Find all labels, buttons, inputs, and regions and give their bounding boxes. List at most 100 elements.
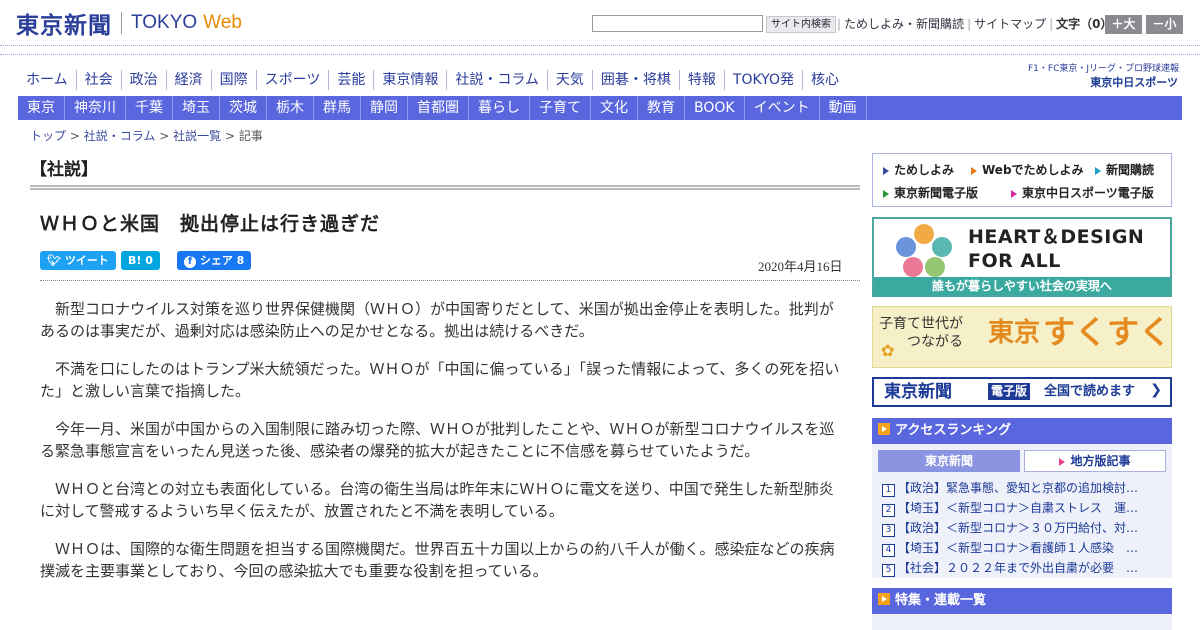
region-chiba[interactable]: 千葉 <box>126 96 173 120</box>
breadcrumb-editorial-column[interactable]: 社説・コラム <box>84 129 156 143</box>
section-rule <box>30 185 860 190</box>
list-item[interactable]: 4 【埼玉】＜新型コロナ＞看護師１人感染 … <box>882 538 1164 558</box>
twitter-bird-icon: 🐦︎ <box>47 254 61 267</box>
ranking-tabs: 東京新聞 地方版記事 <box>878 450 1166 472</box>
chunichi-sports-link[interactable]: F1・FC東京・Jリーグ・プロ野球速報 東京中日スポーツ <box>1028 64 1180 92</box>
region-nav: 東京 神奈川 千葉 埼玉 茨城 栃木 群馬 静岡 首都圏 暮らし 子育て 文化 … <box>18 96 1182 120</box>
ranking-list: 1 【政治】緊急事態、愛知と京都の追加検討… 2 【埼玉】＜新型コロナ＞自粛ストレス… <box>882 478 1164 578</box>
breadcrumb-editorial-list[interactable]: 社説一覧 <box>173 129 221 143</box>
tweet-button[interactable]: 🐦︎ ツイート <box>40 251 116 270</box>
region-tokyo[interactable]: 東京 <box>18 96 65 120</box>
nav-item-politics[interactable]: 政治 <box>120 70 166 90</box>
nav-item-editorial-column[interactable]: 社説・コラム <box>446 70 547 90</box>
nav-item-tokyo-hatsu[interactable]: TOKYO発 <box>723 70 802 90</box>
nav-item-society[interactable]: 社会 <box>75 70 121 90</box>
link-chunichi-digital[interactable]: 東京中日スポーツ電子版 <box>1011 184 1154 201</box>
arrow-right-icon <box>883 166 889 175</box>
region-book[interactable]: BOOK <box>685 96 745 120</box>
header-link-trial-subscribe[interactable]: ためしよみ・新聞購読 <box>844 17 964 31</box>
play-icon <box>878 593 890 605</box>
nav-item-sports[interactable]: スポーツ <box>255 70 329 90</box>
article-paragraph: 新型コロナウイルス対策を巡り世界保健機関（ＷＨＯ）が中国寄りだとして、米国が拠出… <box>40 300 834 340</box>
digital-badge: 電子版 <box>988 383 1031 400</box>
header-links: | ためしよみ・新聞購読 | サイトマップ | 文字（0） <box>837 17 1113 31</box>
digital-edition-banner[interactable]: 東京新聞 電子版 全国で読めます ❯ <box>872 377 1172 407</box>
list-item[interactable]: 3 【政治】＜新型コロナ＞３０万円給付、対… <box>882 518 1164 538</box>
ranking-header: アクセスランキング <box>872 418 1172 444</box>
nav-item-weather[interactable]: 天気 <box>546 70 592 90</box>
nav-item-tokuho[interactable]: 特報 <box>678 70 724 90</box>
article-paragraph: ＷＨＯは、国際的な衛生問題を担当する国際機関だ。世界百五十カ国以上からの約八千人… <box>40 540 835 580</box>
region-event[interactable]: イベント <box>745 96 820 120</box>
sukusuku-banner[interactable]: 子育て世代が つながる ✿ 東京 すくすく <box>872 306 1172 368</box>
section-heading: 【社説】 <box>30 160 98 180</box>
list-item[interactable]: 1 【政治】緊急事態、愛知と京都の追加検討… <box>882 478 1164 498</box>
digital-text: 全国で読めます <box>1044 384 1136 399</box>
nav-item-economy[interactable]: 経済 <box>165 70 211 90</box>
font-larger-button[interactable]: ＋大 <box>1105 15 1142 34</box>
access-ranking: アクセスランキング 東京新聞 地方版記事 1 【政治】緊急事態、愛知と京都の追加検… <box>872 418 1172 578</box>
link-digital-edition[interactable]: 東京新聞電子版 <box>883 184 978 201</box>
nav-item-international[interactable]: 国際 <box>210 70 256 90</box>
chunichi-logo: 東京中日スポーツ <box>1090 76 1178 89</box>
site-logo[interactable]: 東京新聞 TOKYO Web <box>16 8 242 39</box>
hatena-bookmark-button[interactable]: B! 0 <box>121 251 160 270</box>
sukusuku-tokyo: 東京 <box>988 318 1041 348</box>
logo-divider <box>121 12 122 34</box>
region-kosodate[interactable]: 子育て <box>530 96 591 120</box>
heart-design-footer: 誰もが暮らしやすい社会の実現へ <box>874 277 1170 295</box>
nav-item-home[interactable]: ホーム <box>18 70 76 90</box>
link-subscribe[interactable]: 新聞購読 <box>1095 161 1154 178</box>
site-search-button[interactable]: サイト内検索 <box>766 16 836 33</box>
region-shizuoka[interactable]: 静岡 <box>361 96 408 120</box>
heart-design-banner[interactable]: HEART＆DESIGN FOR ALL 誰もが暮らしやすい社会の実現へ <box>872 217 1172 297</box>
logo-web: Web <box>203 12 242 33</box>
tab-tokyo-shimbun[interactable]: 東京新聞 <box>878 450 1020 472</box>
header-link-sitemap[interactable]: サイトマップ <box>974 17 1046 31</box>
list-item[interactable]: 5 【社会】２０２２年まで外出自粛が必要 … <box>882 558 1164 578</box>
region-video[interactable]: 動画 <box>820 96 867 120</box>
chunichi-tagline: F1・FC東京・Jリーグ・プロ野球速報 <box>1028 64 1180 74</box>
article-divider <box>40 280 860 281</box>
region-saitama[interactable]: 埼玉 <box>173 96 220 120</box>
play-icon <box>878 423 890 435</box>
font-smaller-button[interactable]: －小 <box>1146 15 1183 34</box>
region-bunka[interactable]: 文化 <box>591 96 638 120</box>
digital-logo: 東京新聞 <box>884 382 952 402</box>
breadcrumb-current: 記事 <box>238 129 263 143</box>
arrow-right-icon <box>1095 166 1101 175</box>
region-kurashi[interactable]: 暮らし <box>469 96 530 120</box>
region-gunma[interactable]: 群馬 <box>314 96 361 120</box>
nav-item-tokyo-info[interactable]: 東京情報 <box>373 70 446 90</box>
arrow-right-icon <box>971 166 977 175</box>
facebook-share-button[interactable]: f シェア 8 <box>177 251 252 270</box>
heart-design-title: HEART＆DESIGN FOR ALL <box>968 226 1145 272</box>
region-tochigi[interactable]: 栃木 <box>267 96 314 120</box>
breadcrumb-top[interactable]: トップ <box>30 129 66 143</box>
nav-item-go-shogi[interactable]: 囲碁・将棋 <box>591 70 679 90</box>
arrow-right-icon <box>1011 189 1017 198</box>
chevron-right-icon: ❯ <box>1150 382 1162 398</box>
features-list: 特集・連載一覧 <box>872 588 1172 630</box>
article-body: 新型コロナウイルス対策を巡り世界保健機関（ＷＨＯ）が中国寄りだとして、米国が拠出… <box>40 298 845 598</box>
logo-tokyo: TOKYO <box>131 12 198 33</box>
header-divider <box>0 45 1200 55</box>
article-title: ＷＨＯと米国 拠出停止は行き過ぎだ <box>40 213 381 235</box>
link-trial-read[interactable]: ためしよみ <box>883 161 954 178</box>
nav-item-entertainment[interactable]: 芸能 <box>328 70 373 90</box>
tab-local-articles[interactable]: 地方版記事 <box>1024 450 1166 472</box>
sukusuku-logo: すくすく <box>1043 313 1172 351</box>
region-ibaraki[interactable]: 茨城 <box>220 96 267 120</box>
nav-item-kakushin[interactable]: 核心 <box>801 70 847 90</box>
article-paragraph: 今年一月、米国が中国からの入国制限に踏み切った際、ＷＨＯが批判したことや、ＷＨＯ… <box>40 420 835 460</box>
region-kyoiku[interactable]: 教育 <box>638 96 685 120</box>
facebook-icon: f <box>184 256 196 268</box>
region-shutoken[interactable]: 首都圏 <box>408 96 469 120</box>
link-web-trial[interactable]: Webでためしよみ <box>971 161 1084 178</box>
features-header[interactable]: 特集・連載一覧 <box>872 588 1172 614</box>
breadcrumb: トップ > 社説・コラム > 社説一覧 > 記事 <box>30 129 263 143</box>
list-item[interactable]: 2 【埼玉】＜新型コロナ＞自粛ストレス 運… <box>882 498 1164 518</box>
main-nav: ホーム 社会 政治 経済 国際 スポーツ 芸能 東京情報 社説・コラム 天気 囲… <box>18 70 847 90</box>
region-kanagawa[interactable]: 神奈川 <box>65 96 126 120</box>
site-search-input[interactable] <box>592 15 763 32</box>
